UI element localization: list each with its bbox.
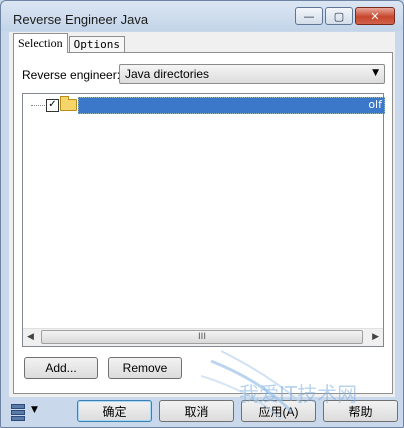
directory-tree[interactable]: ✓ olf ◀ III ▶ — [22, 93, 385, 347]
scroll-left-icon[interactable]: ◀ — [27, 332, 34, 342]
close-icon: ✕ — [370, 9, 380, 23]
tab-strip: Selection Options — [13, 33, 126, 54]
horizontal-scrollbar[interactable]: ◀ III ▶ — [23, 328, 383, 346]
reverse-engineer-label: Reverse engineer: — [22, 68, 121, 82]
ok-button[interactable]: 确定 — [77, 400, 152, 422]
close-button[interactable]: ✕ — [355, 7, 395, 25]
tree-item-label: olf — [368, 98, 382, 111]
minimize-icon: — — [303, 9, 315, 23]
maximize-icon: ▢ — [333, 9, 345, 23]
apply-button[interactable]: 应用(A) — [241, 400, 316, 422]
scrollbar-grip: III — [198, 332, 206, 342]
dialog-client-area: Selection Options Reverse engineer: Java… — [9, 32, 395, 397]
scroll-right-icon[interactable]: ▶ — [372, 332, 379, 342]
remove-button[interactable]: Remove — [108, 357, 182, 379]
folder-icon — [60, 96, 77, 111]
reverse-engineer-dropdown[interactable]: Java directories ▼ — [119, 64, 385, 84]
selection-panel: Reverse engineer: Java directories ▼ ✓ o… — [13, 52, 393, 394]
scrollbar-thumb[interactable]: III — [41, 330, 363, 344]
tree-item-selected[interactable]: olf — [78, 97, 385, 114]
add-button[interactable]: Add... — [24, 357, 98, 379]
cancel-button[interactable]: 取消 — [159, 400, 234, 422]
tab-options[interactable]: Options — [68, 36, 126, 53]
dialog-footer: ▼ 确定 取消 应用(A) 帮助 — [1, 397, 403, 427]
chevron-down-icon[interactable]: ▼ — [31, 405, 38, 415]
dropdown-value: Java directories — [125, 67, 210, 81]
tree-connector-line — [31, 105, 45, 106]
maximize-button[interactable]: ▢ — [325, 7, 353, 25]
window-title: Reverse Engineer Java — [13, 12, 149, 27]
chevron-down-icon: ▼ — [372, 68, 379, 78]
tab-selection[interactable]: Selection — [13, 33, 68, 53]
caption-buttons: — ▢ ✕ — [295, 7, 395, 27]
tree-item-checkbox[interactable]: ✓ — [46, 99, 59, 112]
menu-icon[interactable] — [11, 403, 25, 421]
minimize-button[interactable]: — — [295, 7, 323, 25]
help-button[interactable]: 帮助 — [323, 400, 398, 422]
dialog-window: Reverse Engineer Java — ▢ ✕ Selection Op… — [0, 0, 404, 428]
